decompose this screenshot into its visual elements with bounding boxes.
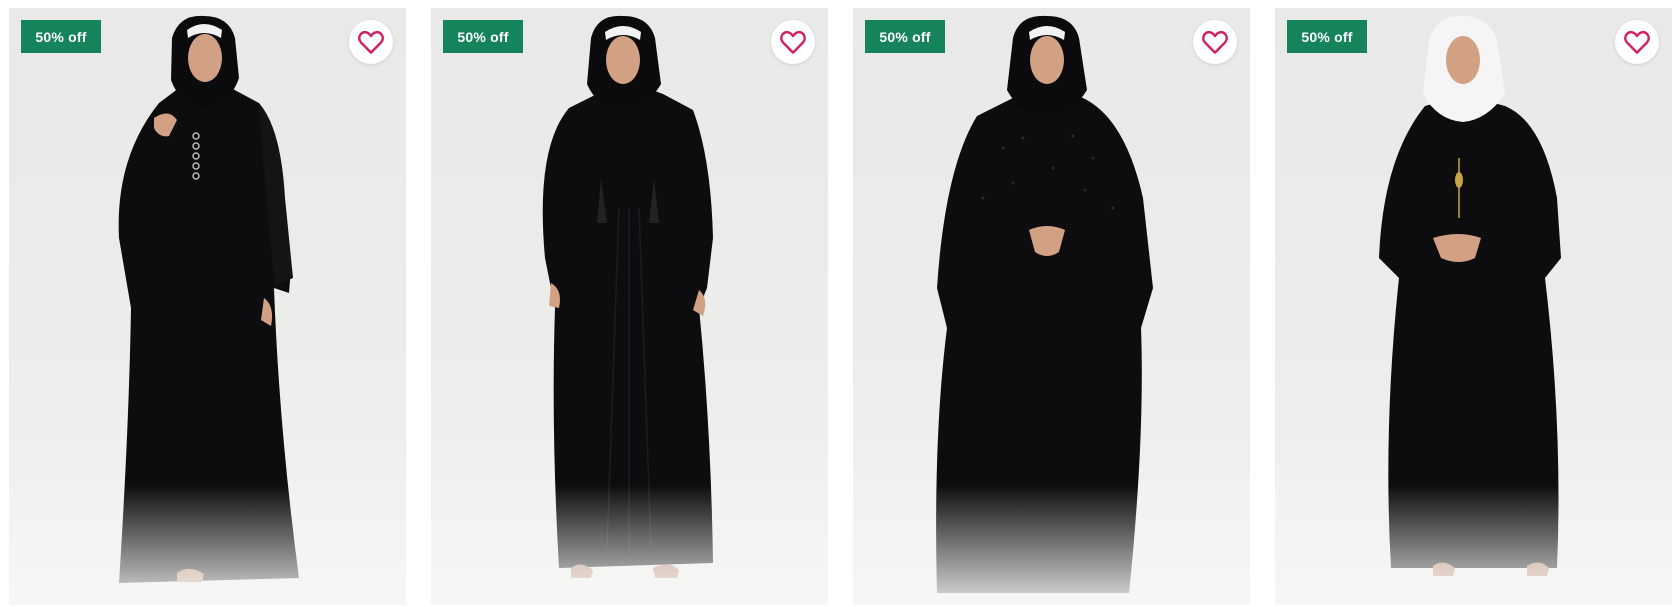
wishlist-button[interactable] [1193, 20, 1237, 64]
wishlist-button[interactable] [1615, 20, 1659, 64]
product-card[interactable]: 50% off [431, 8, 828, 605]
discount-badge: 50% off [1287, 20, 1367, 53]
heart-outline-icon [1202, 30, 1228, 54]
discount-badge: 50% off [443, 20, 523, 53]
product-card[interactable]: 50% off [853, 8, 1250, 605]
floor-shadow [1275, 485, 1672, 605]
product-card[interactable]: 50% off [9, 8, 406, 605]
floor-shadow [853, 485, 1250, 605]
wishlist-button[interactable] [771, 20, 815, 64]
product-card[interactable]: 50% off [1275, 8, 1672, 605]
wishlist-button[interactable] [349, 20, 393, 64]
floor-shadow [9, 485, 406, 605]
heart-outline-icon [358, 30, 384, 54]
heart-outline-icon [780, 30, 806, 54]
floor-shadow [431, 485, 828, 605]
product-grid: 50% off 50% off 50% off 50% off [0, 0, 1677, 607]
discount-badge: 50% off [865, 20, 945, 53]
heart-outline-icon [1624, 30, 1650, 54]
discount-badge: 50% off [21, 20, 101, 53]
